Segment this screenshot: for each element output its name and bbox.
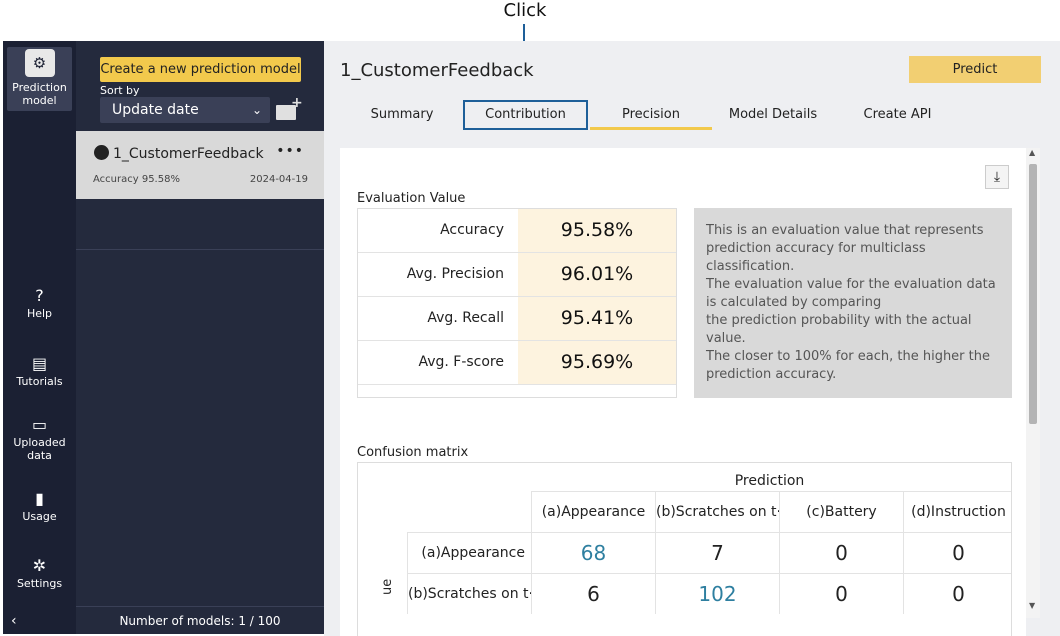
evaluation-row: Avg. Precision 96.01% [358,253,676,297]
model-sidebar: Create a new prediction model Sort by Up… [76,41,324,634]
page-title: 1_CustomerFeedback [340,60,534,81]
evaluation-value: 95.69% [518,341,676,384]
folder-icon: ▭ [31,415,48,434]
model-count: Number of models: 1 / 100 [119,614,281,628]
more-icon[interactable]: ••• [276,143,304,159]
matrix-cell: 68 [531,532,655,573]
matrix-cell: 102 [655,573,779,614]
scroll-down-icon[interactable]: ▼ [1029,601,1035,610]
tab-contribution[interactable]: Contribution [463,100,588,130]
matrix-column-header: (b)Scratches on t··· [655,491,779,532]
divider [76,249,324,250]
confusion-matrix: Prediction ue (a)Appearance (b)Scratches… [357,462,1012,636]
evaluation-row: Accuracy 95.58% [358,209,676,253]
sort-label: Sort by [100,84,140,97]
matrix-cell: 0 [779,573,903,614]
rail-item-uploaded-data[interactable]: ▭ Uploaded data [3,415,76,463]
tab-precision[interactable]: Precision [590,100,712,130]
evaluation-value: 96.01% [518,253,676,296]
true-axis-label: ue [380,578,395,595]
rail-item-settings[interactable]: ✲ Settings [3,556,76,591]
rail-item-label: Uploaded data [13,436,66,462]
matrix-cell: 7 [655,532,779,573]
confusion-matrix-title: Confusion matrix [357,445,469,460]
matrix-column-header: (d)Instruction [903,491,1011,532]
panel-scrollbar[interactable]: ▲ ▼ [1026,148,1040,618]
rail-item-label: Usage [22,510,57,523]
evaluation-value: 95.58% [518,209,676,252]
model-name: 1_CustomerFeedback [113,146,264,162]
matrix-column-header: (a)Appearance [531,491,655,532]
evaluation-label: Accuracy [440,222,504,238]
rail-item-prediction-model[interactable]: ⚙ Prediction model [7,47,72,111]
predict-button[interactable]: Predict [909,56,1041,83]
scroll-up-icon[interactable]: ▲ [1029,148,1035,157]
prediction-axis-label: Prediction [734,473,805,489]
evaluation-table: Accuracy 95.58% Avg. Precision 96.01% Av… [357,208,677,398]
precision-panel: ⤓ Evaluation Value Accuracy 95.58% Avg. … [340,148,1026,636]
model-date: 2024-04-19 [249,174,308,185]
help-icon: ? [35,286,44,305]
bar-chart-icon: ▮ [35,489,44,508]
rail-item-label: Help [26,307,53,320]
rail-item-label: Tutorials [16,375,63,388]
matrix-row-header: (a)Appearance [407,532,531,573]
main-content: 1_CustomerFeedback Predict Summary Contr… [324,41,1060,636]
model-list-item[interactable]: 1_CustomerFeedback ••• Accuracy 95.58% 2… [76,131,324,199]
matrix-cell: 0 [903,573,1011,614]
model-item-title: 1_CustomerFeedback [94,145,264,162]
evaluation-label: Avg. F-score [418,354,504,370]
matrix-cell: 0 [903,532,1011,573]
evaluation-value: 95.41% [518,297,676,340]
evaluation-title: Evaluation Value [357,191,466,206]
matrix-row-header: (b)Scratches on t··· [407,573,531,614]
evaluation-label: Avg. Precision [406,266,504,282]
matrix-column-header: (c)Battery [779,491,903,532]
gear-icon: ✲ [32,556,47,575]
chevron-down-icon: ⌄ [251,103,262,117]
sort-value: Update date [112,102,199,118]
evaluation-label: Avg. Recall [427,310,504,326]
nav-rail: ⚙ Prediction model ? Help ▤ Tutorials ▭ … [3,41,76,634]
evaluation-row: Avg. F-score 95.69% [358,341,676,385]
collapse-chevron-icon[interactable]: ‹ [11,613,17,629]
rail-item-label: Settings [16,577,63,590]
rail-item-label: Prediction model [12,81,67,107]
evaluation-description: This is an evaluation value that represe… [694,208,1012,398]
model-accuracy: Accuracy 95.58% [93,174,180,185]
prediction-model-icon: ⚙ [24,49,55,77]
matrix-cell: 0 [779,532,903,573]
tab-summary[interactable]: Summary [354,100,450,130]
new-folder-icon[interactable]: + [276,95,303,121]
rail-item-help[interactable]: ? Help [3,286,76,321]
matrix-cell: 6 [531,573,655,614]
app-window: Click ⚙ Prediction model ? Help ▤ Tutori… [0,0,1060,636]
tutorials-icon: ▤ [31,354,48,373]
rail-item-usage[interactable]: ▮ Usage [3,489,76,524]
tab-create-api[interactable]: Create API [850,100,945,130]
model-type-icon [94,145,109,160]
evaluation-row: Avg. Recall 95.41% [358,297,676,341]
tab-model-details[interactable]: Model Details [722,100,824,130]
divider [76,606,324,607]
sort-select[interactable]: Update date ⌄ [100,97,270,123]
scrollbar-thumb[interactable] [1029,164,1037,424]
download-icon[interactable]: ⤓ [985,165,1009,189]
callout-label: Click [503,0,547,21]
rail-item-tutorials[interactable]: ▤ Tutorials [3,354,76,389]
create-model-button[interactable]: Create a new prediction model [100,57,301,82]
